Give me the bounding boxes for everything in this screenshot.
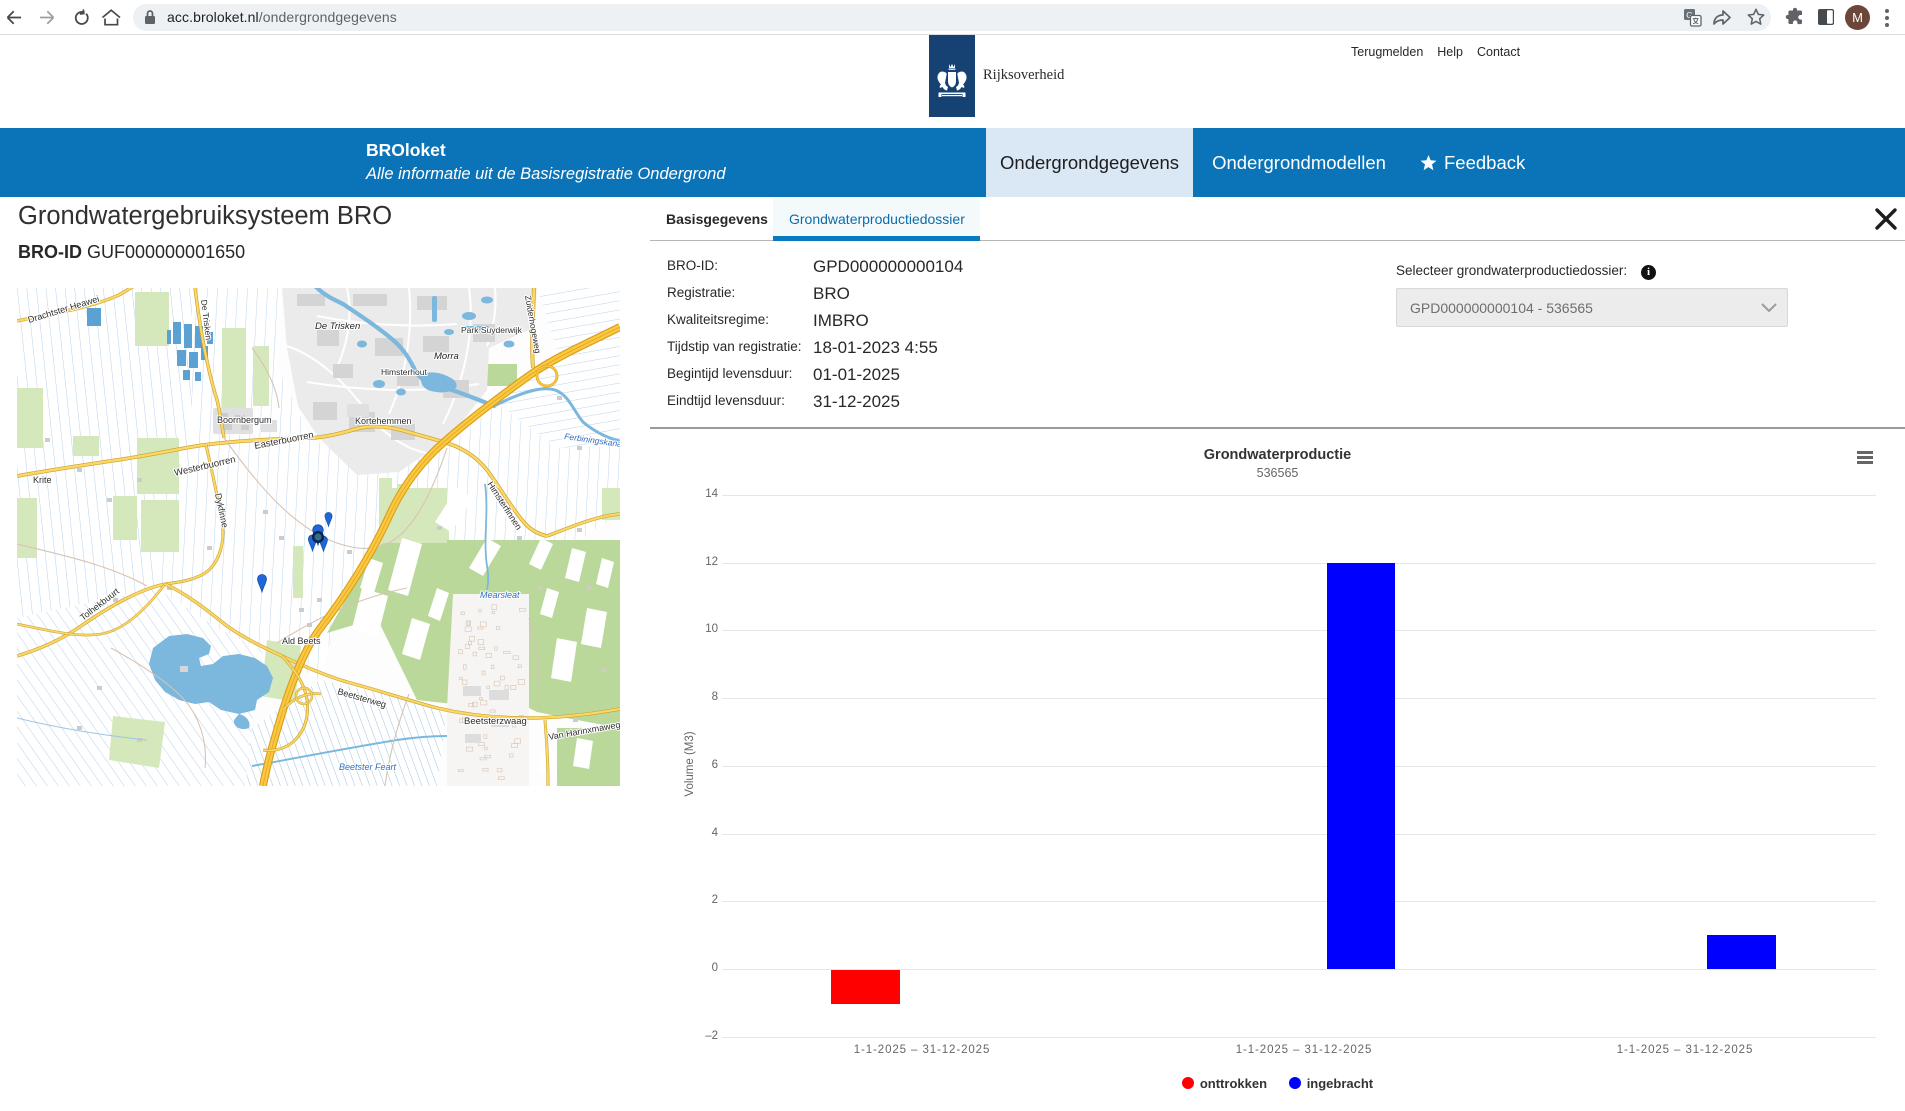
svg-text:Kortehemmen: Kortehemmen xyxy=(355,416,412,426)
svg-text:Park Suyderwijk: Park Suyderwijk xyxy=(461,325,523,335)
svg-text:Ald Beets: Ald Beets xyxy=(282,636,321,646)
svg-text:Mearsleat: Mearsleat xyxy=(480,590,520,600)
svg-text:Morra: Morra xyxy=(434,351,459,362)
svg-text:Beetsterzwaag: Beetsterzwaag xyxy=(464,716,527,727)
svg-text:Boornbergum: Boornbergum xyxy=(217,415,272,425)
svg-text:De Trisken: De Trisken xyxy=(315,321,360,332)
svg-text:Beetster Feart: Beetster Feart xyxy=(339,762,397,772)
svg-text:Krite: Krite xyxy=(33,475,52,485)
svg-text:Himsterhout: Himsterhout xyxy=(381,367,427,377)
